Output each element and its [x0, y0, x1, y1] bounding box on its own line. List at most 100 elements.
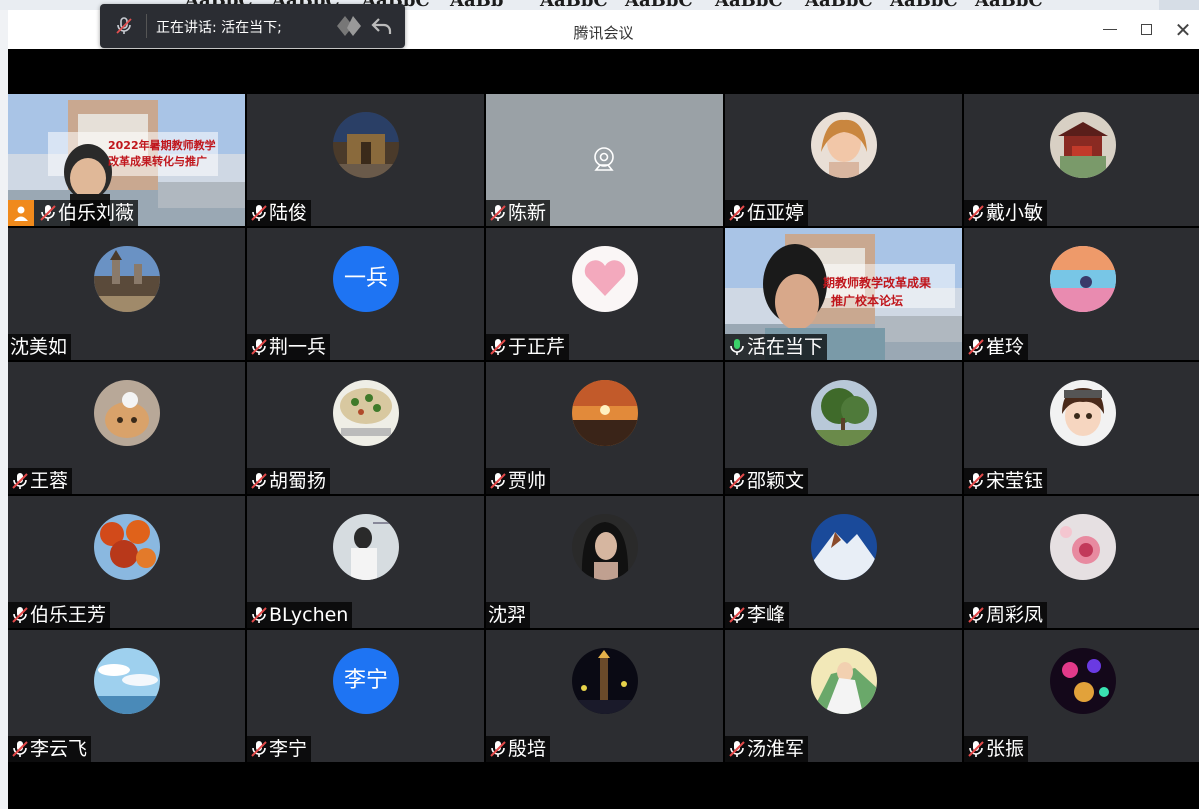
participant-tile[interactable]: 戴小敏	[964, 94, 1199, 226]
participant-name-bar: 李峰	[725, 602, 790, 628]
share-diamond-icon[interactable]	[335, 14, 365, 38]
participant-name: 宋莹钰	[986, 470, 1044, 492]
maximize-icon[interactable]	[1135, 19, 1159, 41]
participant-tile[interactable]: 沈美如	[8, 228, 245, 360]
participant-tile[interactable]: 一兵 荆一兵	[247, 228, 484, 360]
participant-name: 崔玲	[986, 336, 1025, 358]
muted-mic-icon	[729, 473, 745, 489]
muted-mic-icon	[40, 205, 56, 221]
participant-tile[interactable]: BLychen	[247, 496, 484, 628]
participant-tile[interactable]: 伍亚婷	[725, 94, 962, 226]
avatar-tree-photo	[811, 380, 877, 446]
participant-name-bar: 张振	[964, 736, 1029, 762]
muted-mic-icon	[251, 741, 267, 757]
participant-tile[interactable]: 崔玲	[964, 228, 1199, 360]
participant-name-bar: 殷培	[486, 736, 551, 762]
participant-name-bar: 周彩凤	[964, 602, 1048, 628]
participant-tile[interactable]: 李宁 李宁	[247, 630, 484, 762]
avatar-food-photo	[333, 380, 399, 446]
muted-mic-icon[interactable]	[114, 16, 134, 36]
participant-name-bar: BLychen	[247, 602, 353, 628]
avatar-palace-photo	[333, 112, 399, 178]
participant-name-bar: 邵颖文	[725, 468, 809, 494]
participant-tile[interactable]: 张振	[964, 630, 1199, 762]
avatar-sunset-photo	[572, 380, 638, 446]
word-style-sample: AaBbC	[890, 0, 958, 10]
participant-name-bar: 伯乐刘薇	[8, 200, 139, 226]
participant-name: 伯乐王芳	[30, 604, 107, 626]
participant-name-bar: 李宁	[247, 736, 312, 762]
participant-name: 伯乐刘薇	[58, 202, 135, 224]
camera-off-icon	[594, 147, 614, 171]
word-style-sample: AaBbC	[540, 0, 608, 10]
muted-mic-icon	[490, 205, 506, 221]
avatar-painting-photo	[1050, 246, 1116, 312]
participant-name: 邵颖文	[747, 470, 805, 492]
slide-text: 期教师教学改革成果 推广校本论坛	[823, 274, 962, 310]
participant-tile[interactable]: 汤淮军	[725, 630, 962, 762]
participant-name: 周彩凤	[986, 604, 1044, 626]
muted-mic-icon	[251, 607, 267, 623]
participant-name-bar: 伍亚婷	[725, 200, 809, 226]
participant-tile[interactable]: 沈羿	[486, 496, 723, 628]
muted-mic-icon	[968, 741, 984, 757]
participant-tile[interactable]: 于正芹	[486, 228, 723, 360]
participant-name: 沈美如	[10, 336, 68, 358]
participant-name-bar: 李云飞	[8, 736, 92, 762]
speaker-bar-divider	[146, 14, 147, 38]
word-toolbar-scroll	[1159, 0, 1199, 10]
participant-tile[interactable]: 宋莹钰	[964, 362, 1199, 494]
participant-tile[interactable]: 陈新	[486, 94, 723, 226]
participant-tile[interactable]: 周彩凤	[964, 496, 1199, 628]
muted-mic-icon	[968, 339, 984, 355]
close-icon[interactable]: ✕	[1171, 19, 1195, 41]
avatar-fireworks-photo	[1050, 648, 1116, 714]
participant-tile[interactable]: 李云飞	[8, 630, 245, 762]
participant-name: 李宁	[269, 738, 308, 760]
participant-name: 王蓉	[30, 470, 69, 492]
avatar-person-photo	[333, 514, 399, 580]
participant-name-bar: 于正芹	[486, 334, 570, 360]
return-arrow-icon[interactable]	[370, 14, 394, 38]
participant-name-bar: 陈新	[486, 200, 551, 226]
participant-tile[interactable]: 伯乐王芳	[8, 496, 245, 628]
participant-tile[interactable]: 贾帅	[486, 362, 723, 494]
avatar: 李宁	[333, 648, 399, 714]
avatar-heart-photo	[572, 246, 638, 312]
minimize-icon[interactable]	[1098, 19, 1122, 41]
participant-name: 李云飞	[30, 738, 88, 760]
avatar-night-city-photo	[572, 648, 638, 714]
word-style-sample: AaBbC	[715, 0, 783, 10]
participant-name-bar: 陆俊	[247, 200, 312, 226]
participant-name: 活在当下	[747, 336, 824, 358]
muted-mic-icon	[968, 607, 984, 623]
participant-name-bar: 戴小敏	[964, 200, 1048, 226]
participant-name: 胡蜀扬	[269, 470, 327, 492]
muted-mic-icon	[251, 473, 267, 489]
participant-tile[interactable]: 邵颖文	[725, 362, 962, 494]
participant-tile[interactable]: 期教师教学改革成果 推广校本论坛活在当下	[725, 228, 962, 360]
participant-name-bar: 伯乐王芳	[8, 602, 111, 628]
participant-name: 于正芹	[508, 336, 566, 358]
video-top-spacer	[8, 49, 1199, 94]
participant-name: 贾帅	[508, 470, 547, 492]
participant-tile[interactable]: 2022年暑期教师教学改革成果转化与推广 伯乐刘薇	[8, 94, 245, 226]
participant-tile[interactable]: 胡蜀扬	[247, 362, 484, 494]
host-user-icon	[8, 200, 34, 226]
participant-name: 殷培	[508, 738, 547, 760]
muted-mic-icon	[12, 607, 28, 623]
participant-name-bar: 汤淮军	[725, 736, 809, 762]
muted-mic-icon	[490, 339, 506, 355]
avatar-mountain-photo	[811, 514, 877, 580]
muted-mic-icon	[12, 473, 28, 489]
muted-mic-icon	[729, 205, 745, 221]
muted-mic-icon	[251, 339, 267, 355]
participant-tile[interactable]: 陆俊	[247, 94, 484, 226]
muted-mic-icon	[490, 473, 506, 489]
participant-tile[interactable]: 王蓉	[8, 362, 245, 494]
avatar-maple-photo	[94, 514, 160, 580]
participant-name: 陆俊	[269, 202, 308, 224]
participant-name: 张振	[986, 738, 1025, 760]
participant-tile[interactable]: 李峰	[725, 496, 962, 628]
participant-tile[interactable]: 殷培	[486, 630, 723, 762]
